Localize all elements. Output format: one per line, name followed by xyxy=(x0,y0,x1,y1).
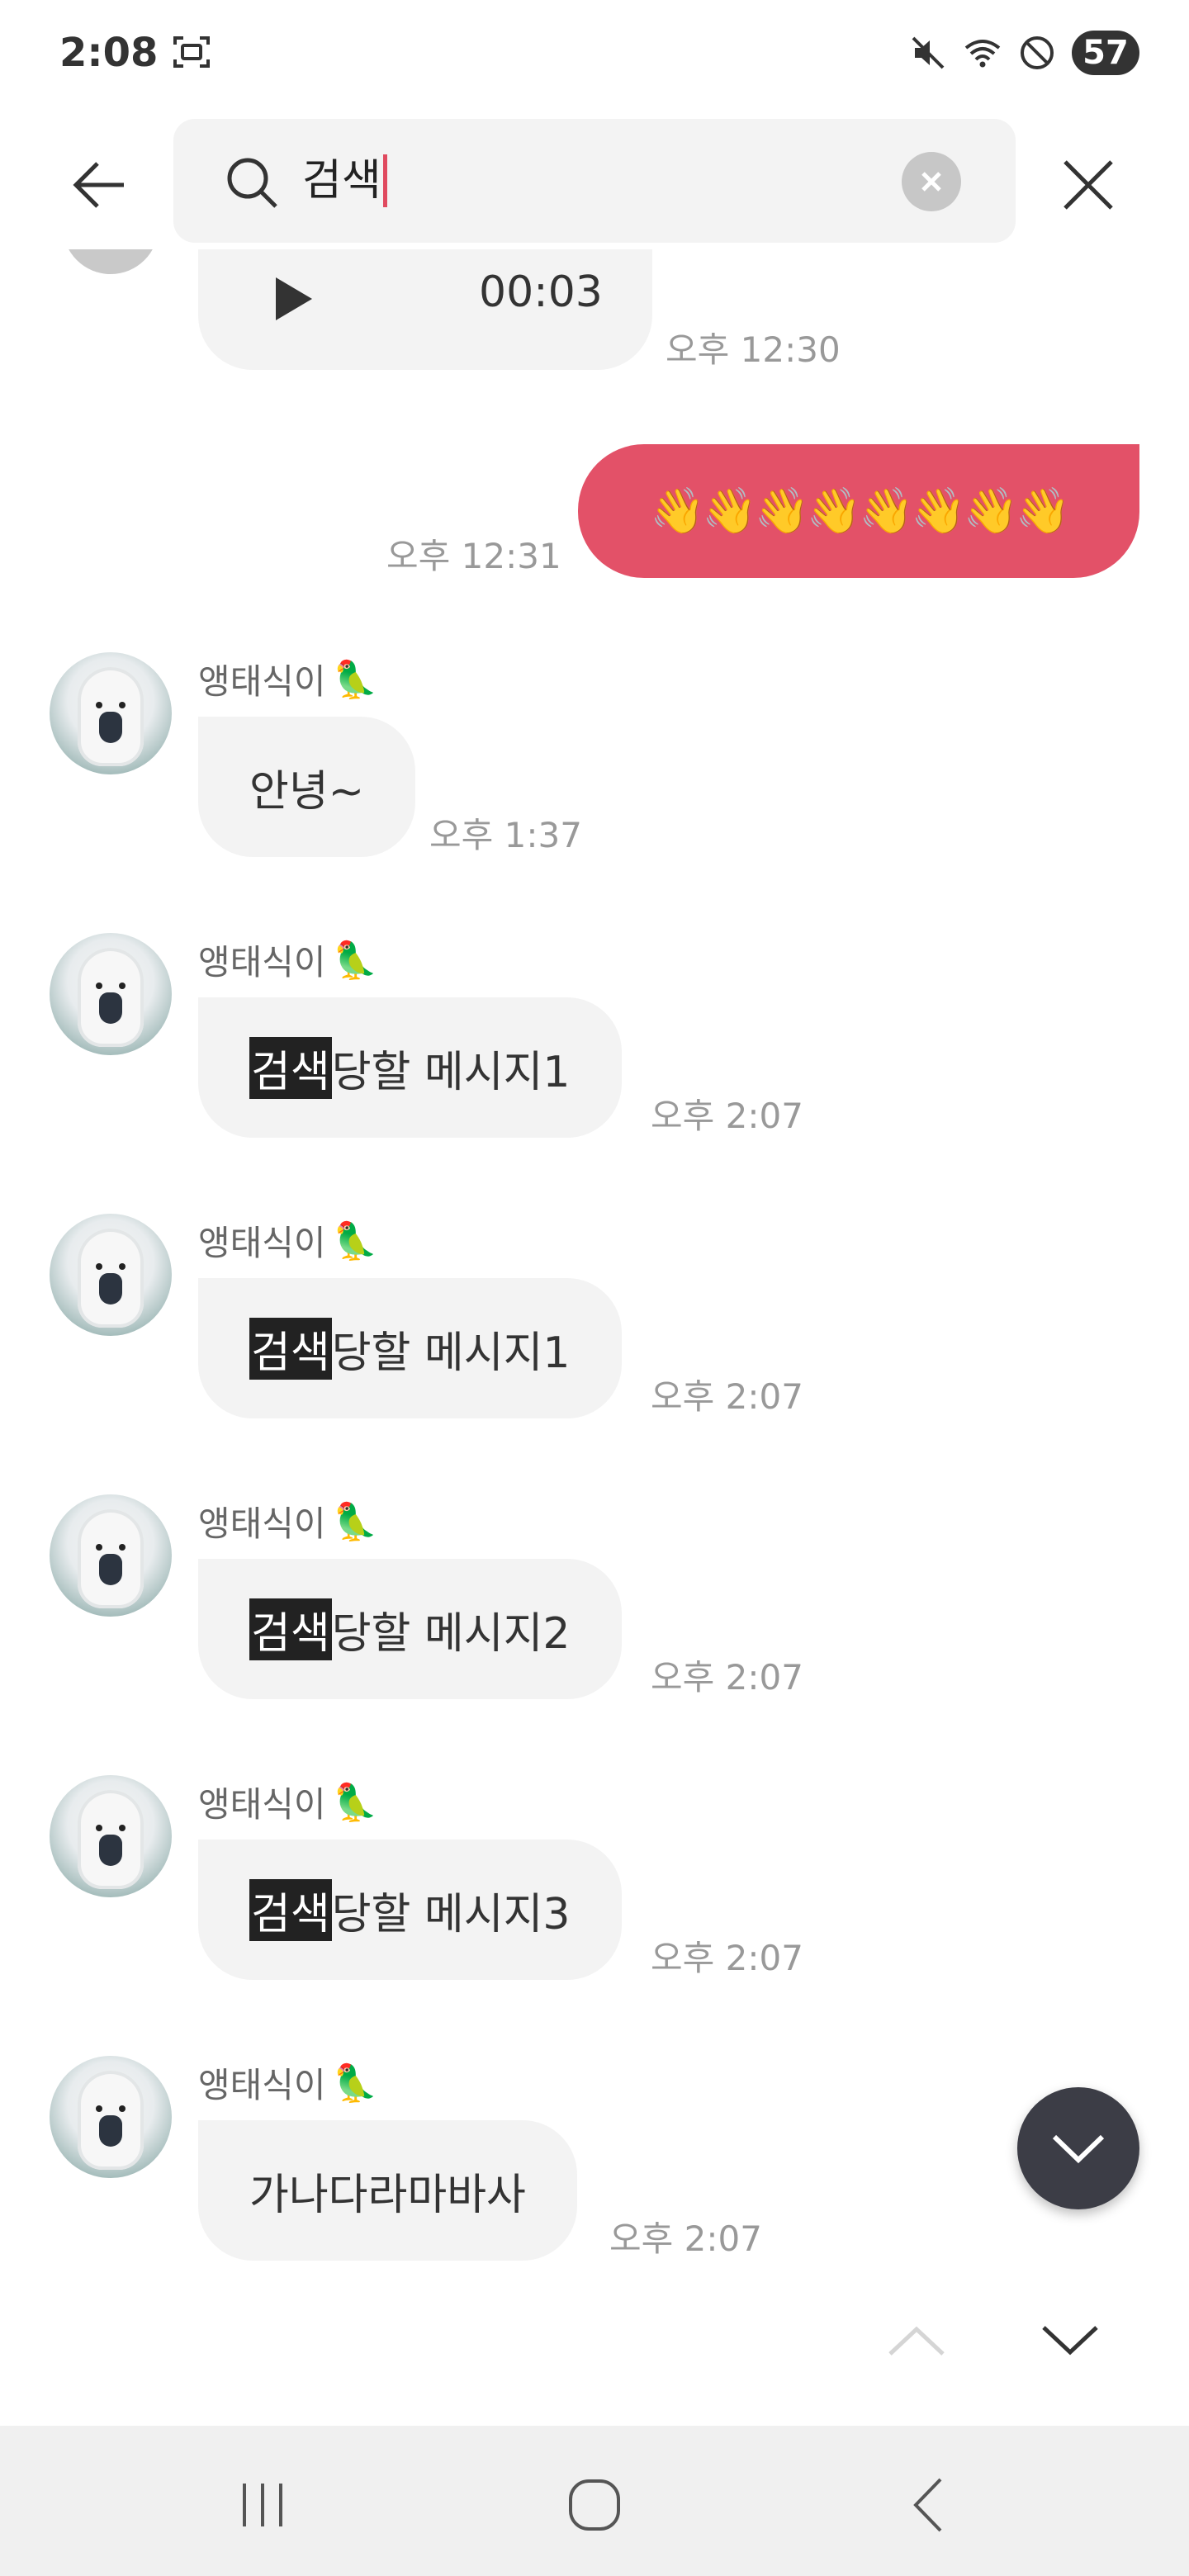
home-icon xyxy=(569,2479,620,2531)
home-button[interactable] xyxy=(553,2464,636,2546)
search-box[interactable]: 검색 xyxy=(173,119,1016,243)
voice-message-bubble[interactable]: 00:03 xyxy=(198,249,652,370)
message-text: 당할 메시지2 xyxy=(331,1608,571,1659)
screenshot-icon xyxy=(173,36,210,68)
avatar[interactable] xyxy=(50,652,172,774)
status-time: 2:08 xyxy=(59,30,159,76)
clear-search-button[interactable] xyxy=(902,152,961,211)
search-query: 검색 xyxy=(302,156,381,206)
play-icon[interactable] xyxy=(269,274,315,324)
parrot-emoji: 🦜 xyxy=(332,1781,378,1824)
search-highlight: 검색 xyxy=(249,1317,332,1380)
search-icon xyxy=(227,158,277,208)
sender-name: 앵태식이 🦜 xyxy=(198,1215,377,1266)
search-highlight: 검색 xyxy=(249,1598,332,1660)
sender-name: 앵태식이 🦜 xyxy=(198,935,377,985)
search-highlight: 검색 xyxy=(249,1878,332,1941)
sender-name: 앵태식이 🦜 xyxy=(198,1777,377,1827)
avatar[interactable] xyxy=(50,1214,172,1336)
voice-duration: 00:03 xyxy=(479,268,603,317)
message-bubble[interactable]: 검색 당할 메시지3 xyxy=(198,1840,622,1980)
message-time: 오후 12:31 xyxy=(386,536,561,576)
message-time: 오후 1:37 xyxy=(429,815,582,855)
message-text: 당할 메시지1 xyxy=(331,1328,571,1378)
message-bubble[interactable]: 가나다라마바사 xyxy=(198,2120,577,2261)
back-button[interactable] xyxy=(59,145,139,225)
chevron-down-icon xyxy=(1042,2326,1098,2356)
clear-x-icon xyxy=(921,172,941,192)
avatar[interactable] xyxy=(50,2056,172,2178)
parrot-emoji: 🦜 xyxy=(332,1500,378,1543)
sender-name-text: 앵태식이 xyxy=(198,1223,326,1263)
do-not-disturb-icon xyxy=(1021,36,1054,69)
arrow-left-icon xyxy=(73,162,124,208)
avatar[interactable] xyxy=(50,1494,172,1617)
system-nav-bar xyxy=(0,2426,1189,2576)
message-time: 오후 2:07 xyxy=(651,1096,803,1136)
message-time: 오후 2:07 xyxy=(609,2218,762,2259)
sender-name-text: 앵태식이 xyxy=(198,2065,326,2105)
message-bubble[interactable]: 검색 당할 메시지1 xyxy=(198,997,622,1138)
sender-name: 앵태식이 🦜 xyxy=(198,1496,377,1546)
message-text: 안녕~ xyxy=(249,766,365,817)
message-bubble[interactable]: 검색 당할 메시지1 xyxy=(198,1278,622,1418)
message-bubble[interactable]: 안녕~ xyxy=(198,717,416,857)
parrot-emoji: 🦜 xyxy=(332,658,378,701)
close-x-icon xyxy=(1063,160,1113,210)
parrot-emoji: 🦜 xyxy=(332,939,378,982)
mute-icon xyxy=(912,36,945,69)
previous-result-button[interactable] xyxy=(875,2304,958,2378)
close-search-button[interactable] xyxy=(1049,145,1128,225)
avatar[interactable] xyxy=(50,933,172,1055)
avatar[interactable] xyxy=(63,249,159,274)
parrot-emoji: 🦜 xyxy=(332,1219,378,1262)
chevron-down-icon xyxy=(1052,2134,1105,2164)
message-time: 오후 12:30 xyxy=(666,329,841,370)
search-highlight: 검색 xyxy=(249,1036,332,1099)
sender-name-text: 앵태식이 xyxy=(198,1784,326,1825)
chevron-up-icon xyxy=(888,2326,945,2356)
search-input[interactable]: 검색 xyxy=(302,144,387,218)
message-text: 당할 메시지1 xyxy=(331,1047,571,1097)
sent-message-bubble[interactable]: 👋👋👋👋👋👋👋👋 xyxy=(578,444,1139,578)
message-time: 오후 2:07 xyxy=(651,1657,803,1698)
scroll-to-bottom-button[interactable] xyxy=(1017,2087,1139,2209)
message-text: 당할 메시지3 xyxy=(331,1889,571,1939)
search-header: 검색 xyxy=(0,112,1189,249)
sender-name-text: 앵태식이 xyxy=(198,1503,326,1544)
sender-name: 앵태식이 🦜 xyxy=(198,654,377,704)
recent-apps-icon xyxy=(243,2484,282,2526)
message-bubble[interactable]: 검색 당할 메시지2 xyxy=(198,1559,622,1699)
battery-icon: 57 xyxy=(1072,31,1139,75)
parrot-emoji: 🦜 xyxy=(332,2062,378,2105)
sender-name: 앵태식이 🦜 xyxy=(198,2057,377,2108)
status-bar: 2:08 57 xyxy=(0,0,1189,112)
message-time: 오후 2:07 xyxy=(651,1938,803,1978)
next-result-button[interactable] xyxy=(1029,2304,1111,2378)
wifi-icon xyxy=(964,40,1001,68)
chat-area[interactable]: 00:03 오후 12:30 오후 12:31 👋👋👋👋👋👋👋👋 앵태식이 🦜 안… xyxy=(0,249,1189,2426)
system-back-button[interactable] xyxy=(887,2464,969,2546)
avatar[interactable] xyxy=(50,1775,172,1897)
sender-name-text: 앵태식이 xyxy=(198,661,326,702)
recent-apps-button[interactable] xyxy=(221,2464,304,2546)
status-icons: 57 xyxy=(908,30,1139,76)
message-text: 가나다라마바사 xyxy=(249,2170,526,2220)
back-icon xyxy=(913,2478,942,2532)
sender-name-text: 앵태식이 xyxy=(198,942,326,983)
text-caret xyxy=(382,154,387,207)
message-time: 오후 2:07 xyxy=(651,1376,803,1417)
